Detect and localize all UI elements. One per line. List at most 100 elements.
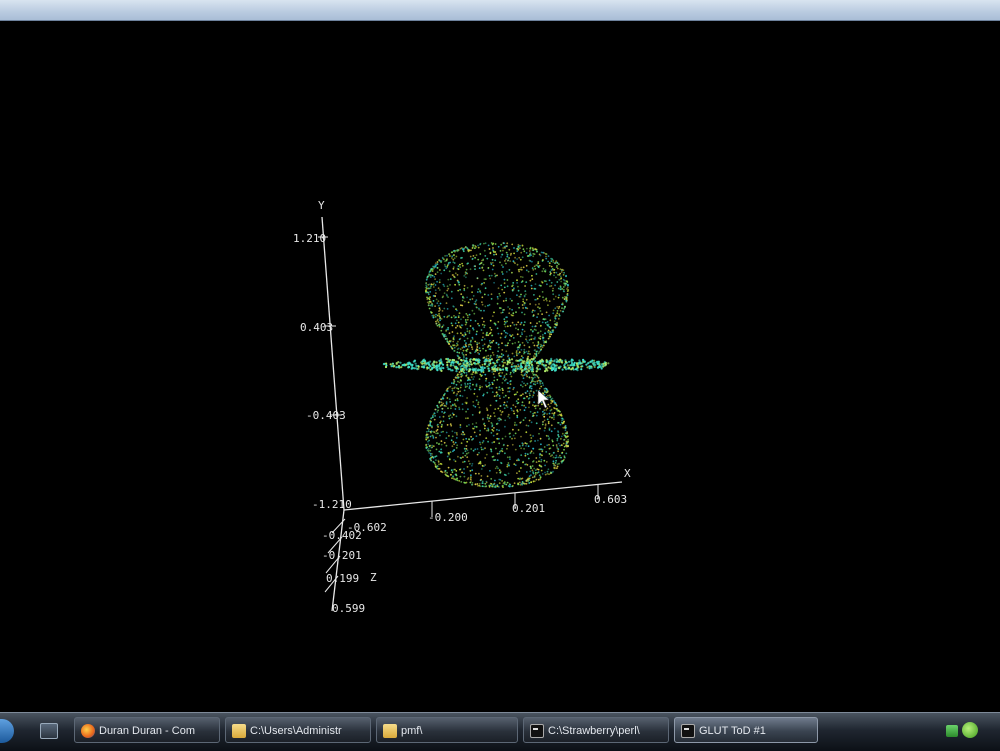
point [588,365,591,368]
point [564,306,566,308]
point [587,361,590,364]
point [530,387,533,390]
network-icon[interactable] [946,725,958,737]
point [474,320,477,322]
point [517,348,519,351]
point [449,278,452,280]
point [484,447,486,450]
point [545,409,548,411]
point [486,365,488,368]
point [551,454,553,456]
point [491,243,494,246]
taskbar-button-glut[interactable]: GLUT ToD #1 [674,717,818,743]
point [532,315,535,317]
point [553,416,555,418]
point [425,433,428,436]
point [554,367,558,370]
point [484,358,487,361]
point [487,354,490,357]
point [436,423,439,426]
point [540,443,542,446]
point [457,347,460,350]
point [512,428,514,431]
point [504,321,507,324]
point [440,425,443,428]
point [459,379,462,382]
point [561,288,563,290]
point [448,453,450,456]
point [553,403,556,405]
point [454,460,457,463]
point [545,461,548,463]
point [435,466,438,469]
point [521,385,524,388]
point [466,440,469,443]
point [481,385,483,388]
point [531,465,534,467]
point [461,374,464,377]
point [523,330,526,333]
point [567,439,569,441]
point [490,478,493,480]
point [485,453,488,456]
point [390,365,393,368]
point [433,276,436,278]
point [517,289,520,292]
point [464,319,467,321]
point [487,427,489,430]
point [514,448,517,451]
point [441,296,444,299]
start-button[interactable] [0,719,14,743]
point [540,448,543,451]
point [543,412,546,414]
point [496,274,498,277]
point [429,449,432,452]
glut-viewport[interactable]: Y X Z 1.210 0.403 -0.403 -1.210 -0.200 0… [0,21,1000,712]
point [552,444,555,447]
point [435,455,438,457]
point [469,470,472,472]
point [440,448,442,451]
point [443,307,446,310]
point [474,256,476,259]
point [531,366,534,369]
point [532,414,535,417]
point [535,478,538,481]
taskbar-button-firefox[interactable]: Duran Duran - Com [74,717,220,743]
point [546,321,549,323]
point [523,313,526,316]
point [498,371,501,374]
point [535,461,538,463]
point [557,307,560,310]
point [519,295,522,298]
show-desktop-icon[interactable] [40,723,58,739]
point [489,345,492,348]
point [532,435,534,437]
taskbar-button-explorer-users[interactable]: C:\Users\Administr [225,717,371,743]
point [428,307,431,310]
taskbar-button-explorer-pmf[interactable]: pmf\ [376,717,518,743]
point [522,461,524,464]
point [536,468,539,471]
point [478,267,481,269]
point [449,284,451,286]
point [510,375,513,378]
point [496,432,499,435]
tray-app-icon[interactable] [962,722,978,738]
point [435,313,437,316]
point [552,470,554,473]
point [468,365,471,367]
taskbar-button-cmd-perl[interactable]: C:\Strawberry\perl\ [523,717,669,743]
point [463,389,466,392]
point [453,381,455,384]
point [431,314,434,317]
point [554,295,557,298]
point [488,359,491,362]
point [541,382,544,384]
window-title-bar[interactable] [0,0,1000,21]
point [482,269,485,272]
cmd-icon [530,724,544,738]
point [553,413,555,415]
point [511,437,513,440]
point [442,430,444,433]
